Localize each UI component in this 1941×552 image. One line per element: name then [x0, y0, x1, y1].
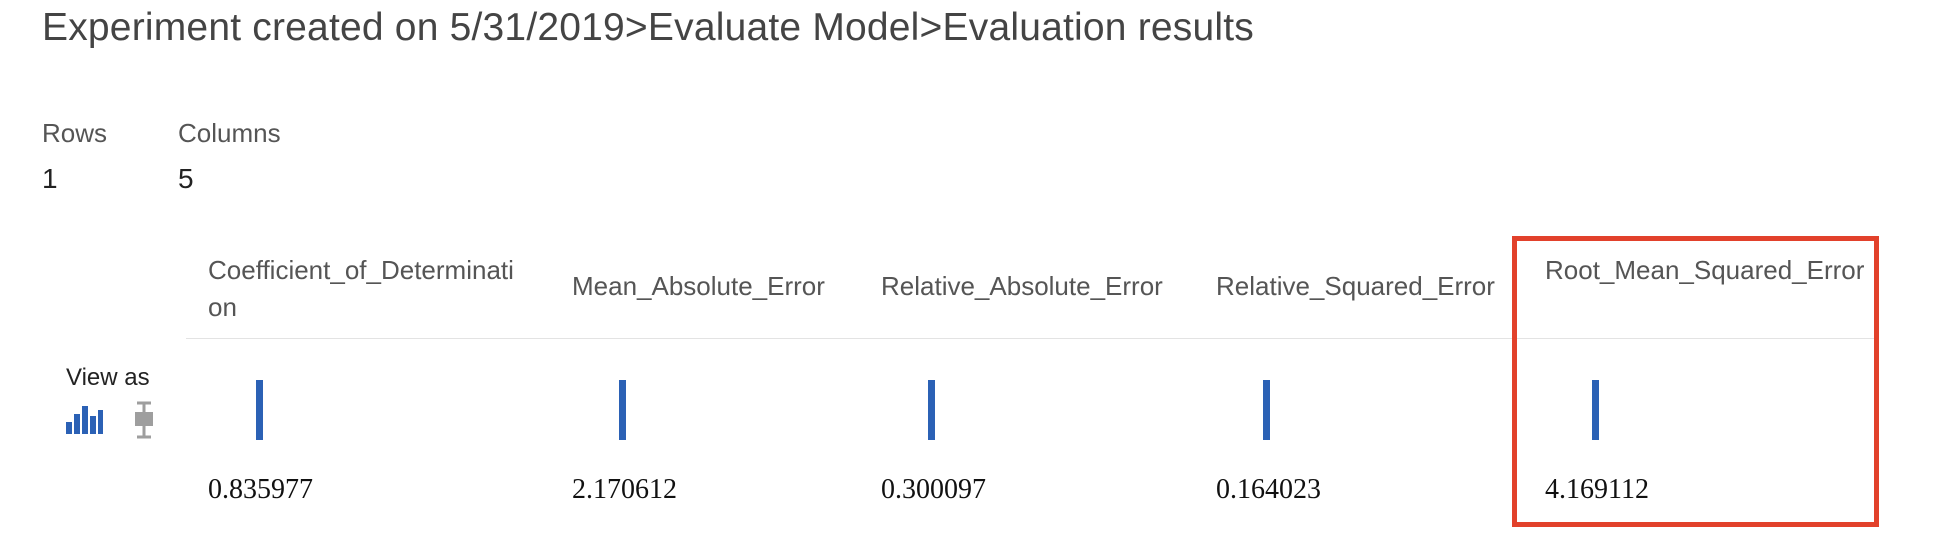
- view-as-label: View as: [66, 364, 150, 391]
- view-as-toggle: [64, 400, 164, 440]
- breadcrumb: Experiment created on 5/31/2019>Evaluate…: [42, 6, 1254, 50]
- breadcrumb-output: Evaluation results: [942, 6, 1254, 49]
- columns-value: 5: [178, 163, 194, 194]
- breadcrumb-separator: >: [624, 6, 648, 49]
- breadcrumb-experiment[interactable]: Experiment created on 5/31/2019: [42, 6, 625, 49]
- cell-value-relative-absolute-error: 0.300097: [881, 474, 986, 505]
- histogram-bar[interactable]: [619, 380, 626, 440]
- column-header-coefficient-of-determination[interactable]: Coefficient_of_Determination: [208, 252, 528, 326]
- highlight-annotation-box: [1512, 236, 1879, 527]
- rows-stat: Rows 1: [42, 118, 107, 195]
- rows-value: 1: [42, 163, 58, 194]
- breadcrumb-module[interactable]: Evaluate Model: [648, 6, 920, 49]
- histogram-bar[interactable]: [928, 380, 935, 440]
- rows-label: Rows: [42, 118, 108, 148]
- column-header-mean-absolute-error[interactable]: Mean_Absolute_Error: [572, 268, 872, 305]
- column-header-relative-absolute-error[interactable]: Relative_Absolute_Error: [881, 268, 1201, 305]
- cell-value-relative-squared-error: 0.164023: [1216, 474, 1321, 505]
- histogram-icon[interactable]: [64, 400, 104, 436]
- boxplot-icon[interactable]: [132, 400, 156, 440]
- cell-value-mean-absolute-error: 2.170612: [572, 474, 677, 505]
- histogram-bar[interactable]: [1263, 380, 1270, 440]
- column-header-relative-squared-error[interactable]: Relative_Squared_Error: [1216, 268, 1536, 305]
- cell-value-coefficient-of-determination: 0.835977: [208, 474, 313, 505]
- columns-label: Columns: [178, 118, 281, 148]
- histogram-bar[interactable]: [256, 380, 263, 440]
- columns-stat: Columns 5: [178, 118, 281, 195]
- breadcrumb-separator: >: [919, 6, 943, 49]
